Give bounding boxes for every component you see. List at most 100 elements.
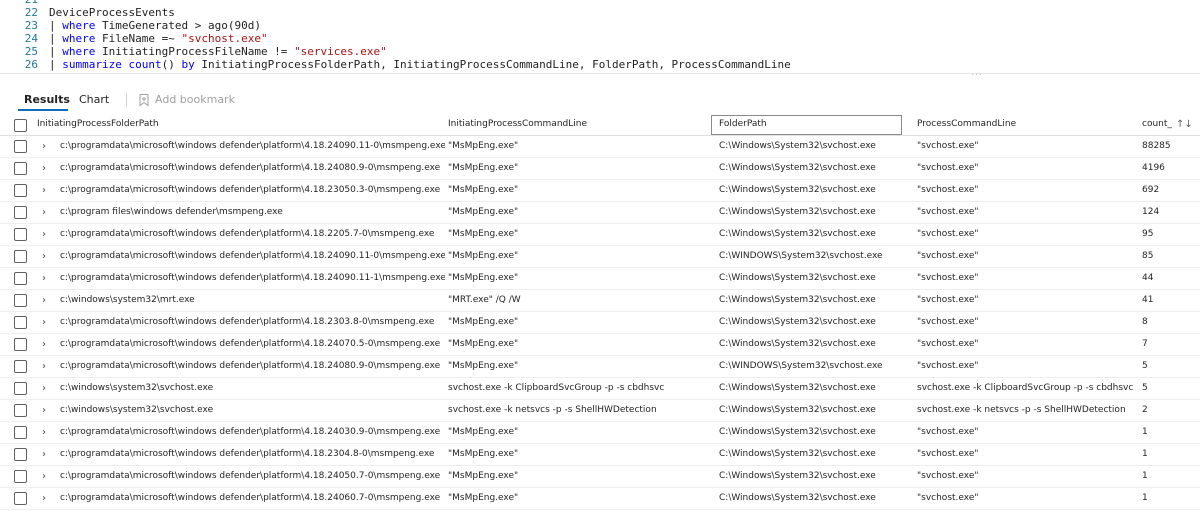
row-select-checkbox[interactable]	[14, 228, 27, 241]
column-header-initiating-process-folder-path[interactable]: InitiatingProcessFolderPath	[37, 114, 422, 135]
chevron-right-icon[interactable]: ›	[39, 338, 49, 351]
row-select-checkbox[interactable]	[14, 272, 27, 285]
cell-initiating-process-folder-path: c:\program files\windows defender\msmpen…	[60, 207, 283, 217]
add-bookmark-button[interactable]: Add bookmark	[137, 92, 235, 108]
code-token: InitiatingProcessFileName !=	[95, 45, 295, 58]
row-select-checkbox[interactable]	[14, 206, 27, 219]
cell-folder-path: C:\Windows\System32\svchost.exe	[719, 317, 876, 327]
code-token: InitiatingProcessFolderPath, InitiatingP…	[194, 58, 791, 71]
tab-results[interactable]: Results	[24, 92, 70, 108]
row-select-checkbox[interactable]	[14, 448, 27, 461]
cell-process-command-line: "svchost.exe"	[917, 295, 979, 305]
table-row[interactable]: › c:\windows\system32\mrt.exe "MRT.exe" /Q…	[0, 290, 1200, 312]
chevron-right-icon[interactable]: ›	[39, 140, 49, 153]
table-row[interactable]: › c:\programdata\microsoft\windows defend…	[0, 158, 1200, 180]
table-row[interactable]: › c:\programdata\microsoft\windows defend…	[0, 444, 1200, 466]
chevron-right-icon[interactable]: ›	[39, 360, 49, 373]
code-keyword: count	[128, 58, 162, 71]
cell-initiating-process-folder-path: c:\windows\system32\svchost.exe	[60, 383, 214, 393]
line-number: 26	[24, 58, 38, 71]
select-all-checkbox[interactable]	[14, 119, 27, 132]
table-row[interactable]: › c:\programdata\microsoft\windows defend…	[0, 136, 1200, 158]
chevron-right-icon[interactable]: ›	[39, 228, 49, 241]
chevron-right-icon[interactable]: ›	[39, 162, 49, 175]
table-row[interactable]: › c:\programdata\microsoft\windows defend…	[0, 356, 1200, 378]
code-text[interactable]: DeviceProcessEvents	[49, 6, 175, 19]
column-header-process-command-line[interactable]: ProcessCommandLine	[917, 114, 1137, 135]
cell-initiating-process-folder-path: c:\programdata\microsoft\windows defende…	[60, 493, 441, 503]
code-text[interactable]: | where FileName =~ "svchost.exe"	[49, 32, 268, 45]
row-select-checkbox[interactable]	[14, 426, 27, 439]
cell-initiating-process-command-line: "MsMpEng.exe"	[448, 229, 519, 239]
cell-initiating-process-command-line: "MsMpEng.exe"	[448, 251, 519, 261]
code-text[interactable]: | where InitiatingProcessFileName != "se…	[49, 45, 387, 58]
cell-count: 1	[1142, 471, 1148, 481]
sort-arrows-icon[interactable]: ↑↓	[1176, 118, 1193, 131]
row-select-checkbox[interactable]	[14, 338, 27, 351]
table-row[interactable]: › c:\programdata\microsoft\windows defend…	[0, 268, 1200, 290]
cell-count: 85	[1142, 251, 1154, 261]
cell-initiating-process-command-line: "MsMpEng.exe"	[448, 339, 519, 349]
cell-count: 5	[1142, 383, 1148, 393]
table-row[interactable]: › c:\programdata\microsoft\windows defend…	[0, 466, 1200, 488]
row-select-checkbox[interactable]	[14, 250, 27, 263]
chevron-right-icon[interactable]: ›	[39, 448, 49, 461]
table-row[interactable]: › c:\windows\system32\svchost.exe svchost.…	[0, 400, 1200, 422]
cell-process-command-line: "svchost.exe"	[917, 185, 979, 195]
code-string: "svchost.exe"	[181, 32, 268, 45]
cell-folder-path: C:\Windows\System32\svchost.exe	[719, 141, 876, 151]
chevron-right-icon[interactable]: ›	[39, 470, 49, 483]
cell-count: 4196	[1142, 163, 1165, 173]
chevron-right-icon[interactable]: ›	[39, 294, 49, 307]
chevron-right-icon[interactable]: ›	[39, 382, 49, 395]
cell-count: 8	[1142, 317, 1148, 327]
row-select-checkbox[interactable]	[14, 184, 27, 197]
chevron-right-icon[interactable]: ›	[39, 492, 49, 505]
table-row[interactable]: › c:\programdata\microsoft\windows defend…	[0, 312, 1200, 334]
code-token: TimeGenerated > ago(90d)	[95, 19, 261, 32]
table-row[interactable]: › c:\programdata\microsoft\windows defend…	[0, 180, 1200, 202]
table-row[interactable]: › c:\programdata\microsoft\windows defend…	[0, 224, 1200, 246]
row-select-checkbox[interactable]	[14, 360, 27, 373]
column-header-folder-path[interactable]: FolderPath	[719, 114, 909, 135]
chevron-right-icon[interactable]: ›	[39, 184, 49, 197]
code-keyword: where	[62, 32, 96, 45]
cell-initiating-process-command-line: "MsMpEng.exe"	[448, 427, 519, 437]
table-row[interactable]: › c:\programdata\microsoft\windows defend…	[0, 488, 1200, 510]
cell-initiating-process-command-line: "MsMpEng.exe"	[448, 493, 519, 503]
table-row[interactable]: › c:\programdata\microsoft\windows defend…	[0, 246, 1200, 268]
code-text[interactable]: | where TimeGenerated > ago(90d)	[49, 19, 261, 32]
row-select-checkbox[interactable]	[14, 382, 27, 395]
chevron-right-icon[interactable]: ›	[39, 272, 49, 285]
cell-process-command-line: "svchost.exe"	[917, 317, 979, 327]
cell-folder-path: C:\Windows\System32\svchost.exe	[719, 427, 876, 437]
cell-initiating-process-command-line: svchost.exe -k ClipboardSvcGroup -p -s c…	[448, 383, 665, 393]
row-select-checkbox[interactable]	[14, 470, 27, 483]
cell-count: 1	[1142, 427, 1148, 437]
code-token: |	[49, 58, 63, 71]
column-header-initiating-process-command-line[interactable]: InitiatingProcessCommandLine	[448, 114, 710, 135]
cell-process-command-line: "svchost.exe"	[917, 493, 979, 503]
chevron-right-icon[interactable]: ›	[39, 404, 49, 417]
query-editor[interactable]: 2122DeviceProcessEvents23| where TimeGen…	[0, 0, 1200, 72]
line-number: 24	[24, 32, 38, 45]
row-select-checkbox[interactable]	[14, 404, 27, 417]
row-select-checkbox[interactable]	[14, 316, 27, 329]
chevron-right-icon[interactable]: ›	[39, 206, 49, 219]
row-select-checkbox[interactable]	[14, 492, 27, 505]
chevron-right-icon[interactable]: ›	[39, 426, 49, 439]
table-row[interactable]: › c:\windows\system32\svchost.exe svchost.…	[0, 378, 1200, 400]
row-select-checkbox[interactable]	[14, 162, 27, 175]
row-select-checkbox[interactable]	[14, 294, 27, 307]
cell-process-command-line: "svchost.exe"	[917, 251, 979, 261]
chevron-right-icon[interactable]: ›	[39, 316, 49, 329]
table-row[interactable]: › c:\programdata\microsoft\windows defend…	[0, 334, 1200, 356]
code-token: ()	[161, 58, 182, 71]
tab-chart[interactable]: Chart	[79, 92, 109, 108]
table-row[interactable]: › c:\programdata\microsoft\windows defend…	[0, 422, 1200, 444]
row-select-checkbox[interactable]	[14, 140, 27, 153]
results-grid: InitiatingProcessFolderPath InitiatingPr…	[0, 114, 1200, 521]
chevron-right-icon[interactable]: ›	[39, 250, 49, 263]
table-row[interactable]: › c:\program files\windows defender\msmpe…	[0, 202, 1200, 224]
code-text[interactable]: | summarize count() by InitiatingProcess…	[49, 58, 791, 71]
